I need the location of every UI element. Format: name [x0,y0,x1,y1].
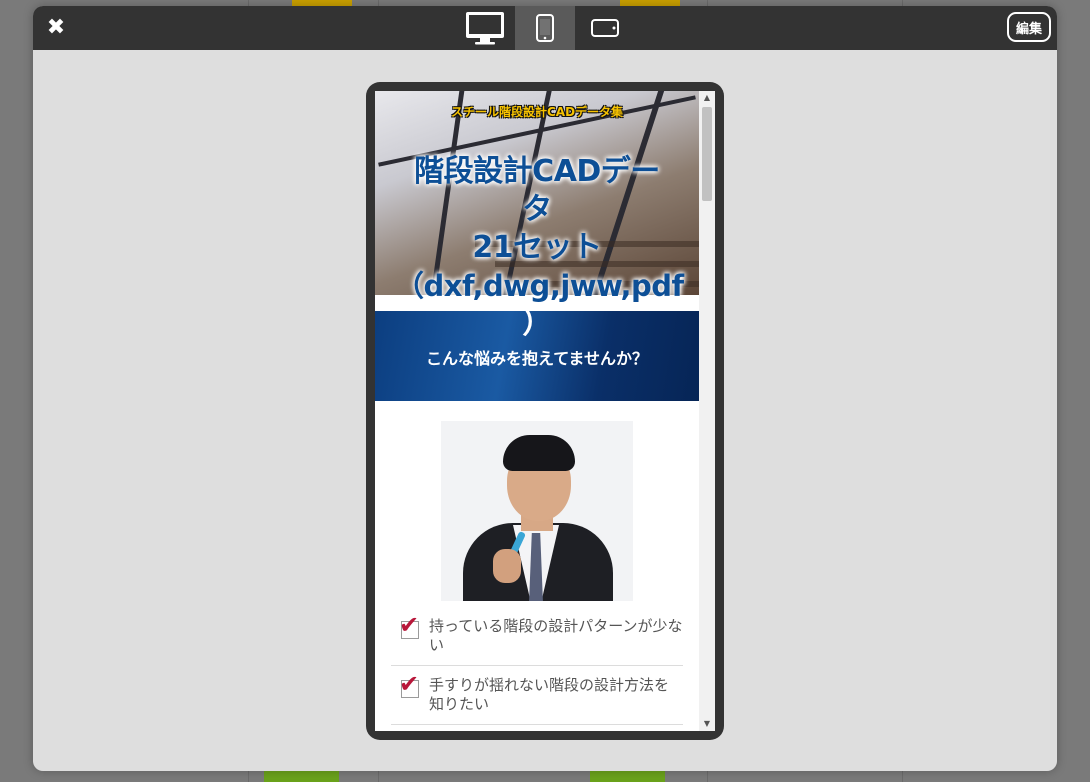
desktop-view-button[interactable] [455,6,515,50]
background-thumbnail [590,771,665,782]
phone-screen: スチール階段設計CADデータ集 階段設計CADデー タ 21セット （dxf,d… [375,91,715,731]
check-text: 手すりが揺れない階段の設計方法を知りたい [429,676,670,713]
hero-title-line: ） [522,306,552,341]
hero-title: 階段設計CADデー タ 21セット （dxf,dwg,jww,pdf ） [395,153,684,343]
scroll-down-arrow-icon[interactable]: ▼ [699,717,715,731]
hero-small-title: スチール階段設計CADデータ集 [450,105,624,119]
background-thumbnail [264,771,339,782]
phone-frame: スチール階段設計CADデータ集 階段設計CADデー タ 21セット （dxf,d… [366,82,724,740]
tablet-landscape-icon [591,19,619,37]
mobile-view-button[interactable] [515,6,575,50]
scrollbar-thumb[interactable] [702,107,712,201]
vertical-scrollbar[interactable]: ▲ ▼ [699,91,715,731]
edit-button[interactable]: 編集 [1007,12,1051,42]
thinking-businessman-image [441,421,633,601]
scroll-up-arrow-icon[interactable]: ▲ [699,91,715,105]
hero-subtitle: こんな悩みを抱えてませんか？ [426,349,648,368]
smartphone-icon [536,14,554,42]
checkmark-icon: ✔ [399,611,420,639]
list-item: ✔ 持っている階段の設計パターンが少ない [391,607,683,666]
concern-check-list: ✔ 持っている階段の設計パターンが少ない ✔ 手すりが揺れない階段の設計方法を知… [391,607,683,731]
checkmark-icon: ✔ [399,727,419,731]
hero-title-line: 21セット [472,230,602,265]
preview-viewport[interactable]: スチール階段設計CADデータ集 階段設計CADデー タ 21セット （dxf,d… [375,91,699,731]
check-text: 持っている階段の設計パターンが少ない [429,617,683,654]
preview-modal: ✖ 編集 スチール階段設計CADデータ集 階段設計CADデー タ 21セット （… [33,6,1057,771]
list-item: ✔ 手すりが揺れない階段の設計方法を知りたい [391,666,683,725]
hero-title-line: タ [522,192,552,227]
preview-toolbar: ✖ 編集 [33,6,1057,50]
hero-title-line: 階段設計CADデー [414,154,660,189]
hero-section: スチール階段設計CADデータ集 階段設計CADデー タ 21セット （dxf,d… [375,91,699,401]
close-icon[interactable]: ✖ [45,17,67,39]
checkmark-icon: ✔ [399,670,420,698]
hero-title-line: （dxf,dwg,jww,pdf [395,269,684,303]
monitor-icon [466,12,504,45]
list-item: ✔ [391,725,683,731]
tablet-view-button[interactable] [575,6,635,50]
